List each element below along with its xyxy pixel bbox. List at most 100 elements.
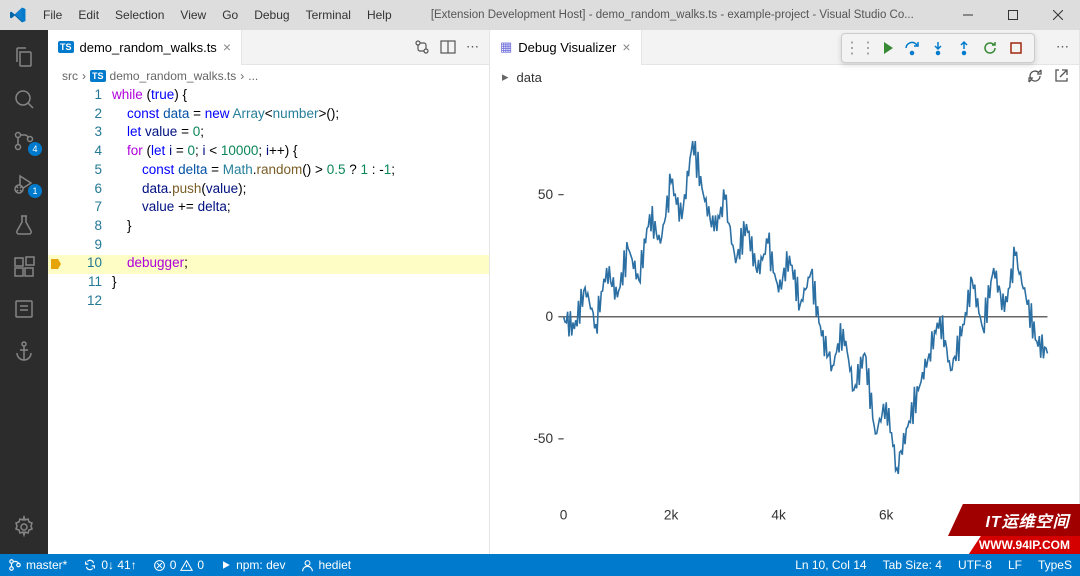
- step-over-button[interactable]: [900, 36, 924, 60]
- code-line[interactable]: while (true) {: [112, 87, 187, 106]
- window-controls: [945, 0, 1080, 30]
- menu-edit[interactable]: Edit: [70, 8, 107, 22]
- tab-label: demo_random_walks.ts: [80, 40, 217, 55]
- line-number: 6: [70, 181, 102, 200]
- code-line[interactable]: }: [112, 274, 117, 293]
- line-number: 1: [70, 87, 102, 106]
- code-editor[interactable]: 1 while (true) { 2 const data = new Array<…: [48, 87, 489, 554]
- tab-label: Debug Visualizer: [518, 40, 616, 55]
- branch-status[interactable]: master*: [0, 554, 75, 576]
- editor-tabbar: TS demo_random_walks.ts × ⋯: [48, 30, 489, 65]
- menu-view[interactable]: View: [172, 8, 214, 22]
- breadcrumb-file[interactable]: demo_random_walks.ts: [110, 69, 237, 83]
- watermark-brand: IT运维空间: [948, 504, 1080, 536]
- scm-badge: 4: [28, 142, 42, 156]
- activity-bar: 4 1: [0, 30, 48, 554]
- menu-go[interactable]: Go: [214, 8, 246, 22]
- menu-terminal[interactable]: Terminal: [298, 8, 359, 22]
- menu-debug[interactable]: Debug: [246, 8, 297, 22]
- search-icon[interactable]: [0, 78, 48, 120]
- editor-tab[interactable]: TS demo_random_walks.ts ×: [48, 30, 242, 65]
- expression-text[interactable]: data: [517, 70, 542, 85]
- status-bar: master* 0↓ 41↑ 0 0 npm: dev hediet Ln 10…: [0, 554, 1080, 576]
- vscode-logo-icon: [0, 7, 35, 23]
- editor-pane: TS demo_random_walks.ts × ⋯ src › TS dem…: [48, 30, 490, 554]
- encoding-status[interactable]: UTF-8: [950, 554, 1000, 576]
- cursor-position[interactable]: Ln 10, Col 14: [787, 554, 874, 576]
- close-button[interactable]: [1035, 0, 1080, 30]
- refresh-icon[interactable]: [1027, 68, 1043, 84]
- testing-icon[interactable]: [0, 204, 48, 246]
- code-line[interactable]: let value = 0;: [112, 124, 204, 143]
- preview-icon: ▦: [500, 39, 512, 55]
- anchor-icon[interactable]: [0, 330, 48, 372]
- menu-selection[interactable]: Selection: [107, 8, 172, 22]
- compare-changes-icon[interactable]: [414, 39, 430, 55]
- chevron-right-icon: ›: [82, 69, 86, 83]
- split-editor-icon[interactable]: [440, 39, 456, 55]
- settings-icon[interactable]: [0, 506, 48, 548]
- menu-file[interactable]: File: [35, 8, 70, 22]
- debug-toolbar[interactable]: ⋮⋮: [841, 33, 1035, 63]
- popout-icon[interactable]: [1053, 68, 1069, 84]
- code-line[interactable]: }: [112, 218, 132, 237]
- svg-text:0: 0: [545, 308, 553, 324]
- svg-text:2k: 2k: [664, 506, 679, 522]
- user-status[interactable]: hediet: [293, 554, 359, 576]
- window-title: [Extension Development Host] - demo_rand…: [400, 9, 945, 21]
- sync-status[interactable]: 0↓ 41↑: [75, 554, 144, 576]
- problems-status[interactable]: 0 0: [145, 554, 212, 576]
- debug-icon[interactable]: 1: [0, 162, 48, 204]
- svg-text:4k: 4k: [771, 506, 786, 522]
- svg-text:50: 50: [538, 186, 553, 202]
- indent-status[interactable]: Tab Size: 4: [875, 554, 950, 576]
- more-icon[interactable]: ⋯: [466, 39, 479, 55]
- code-line[interactable]: for (let i = 0; i < 10000; i++) {: [112, 143, 297, 162]
- source-control-icon[interactable]: 4: [0, 120, 48, 162]
- code-line[interactable]: const data = new Array<number>();: [112, 106, 339, 125]
- step-into-button[interactable]: [926, 36, 950, 60]
- maximize-button[interactable]: [990, 0, 1035, 30]
- stop-button[interactable]: [1004, 36, 1028, 60]
- close-icon[interactable]: ×: [223, 39, 231, 55]
- breakpoint-icon[interactable]: [50, 258, 62, 270]
- close-icon[interactable]: ×: [622, 39, 630, 55]
- expand-icon[interactable]: ▸: [502, 69, 509, 85]
- code-line[interactable]: debugger;: [112, 255, 188, 274]
- breadcrumb-src[interactable]: src: [62, 69, 78, 83]
- explorer-icon[interactable]: [0, 36, 48, 78]
- visualizer-pane: ⋮⋮ ▦ Debug Visualizer × ⋯: [490, 30, 1080, 554]
- line-number: 12: [70, 293, 102, 312]
- language-status[interactable]: TypeS: [1030, 554, 1080, 576]
- titlebar: FileEditSelectionViewGoDebugTerminalHelp…: [0, 0, 1080, 30]
- references-icon[interactable]: [0, 288, 48, 330]
- eol-status[interactable]: LF: [1000, 554, 1030, 576]
- code-line[interactable]: const delta = Math.random() > 0.5 ? 1 : …: [112, 162, 395, 181]
- line-number: 2: [70, 106, 102, 125]
- breadcrumb-more[interactable]: ...: [248, 69, 258, 83]
- breadcrumb[interactable]: src › TS demo_random_walks.ts › ...: [48, 65, 489, 87]
- line-number: 8: [70, 218, 102, 237]
- line-number: 10: [70, 255, 102, 274]
- line-number: 7: [70, 199, 102, 218]
- restart-button[interactable]: [978, 36, 1002, 60]
- code-line[interactable]: value += delta;: [112, 199, 231, 218]
- watermark-url: WWW.94IP.COM: [969, 536, 1080, 554]
- continue-button[interactable]: [874, 36, 898, 60]
- minimize-button[interactable]: [945, 0, 990, 30]
- debug-badge: 1: [28, 184, 42, 198]
- more-icon[interactable]: ⋯: [1056, 39, 1069, 55]
- extensions-icon[interactable]: [0, 246, 48, 288]
- npm-task-status[interactable]: npm: dev: [212, 554, 293, 576]
- drag-handle-icon[interactable]: ⋮⋮: [848, 36, 872, 60]
- line-number: 9: [70, 237, 102, 256]
- code-line[interactable]: data.push(value);: [112, 181, 246, 200]
- svg-text:0: 0: [560, 506, 568, 522]
- menu-help[interactable]: Help: [359, 8, 400, 22]
- visualizer-tab[interactable]: ▦ Debug Visualizer ×: [490, 30, 642, 65]
- chevron-right-icon: ›: [240, 69, 244, 83]
- chart-area[interactable]: -5005002k4k6k8k: [490, 89, 1079, 554]
- svg-text:-50: -50: [533, 430, 553, 446]
- ts-icon: TS: [90, 70, 106, 82]
- step-out-button[interactable]: [952, 36, 976, 60]
